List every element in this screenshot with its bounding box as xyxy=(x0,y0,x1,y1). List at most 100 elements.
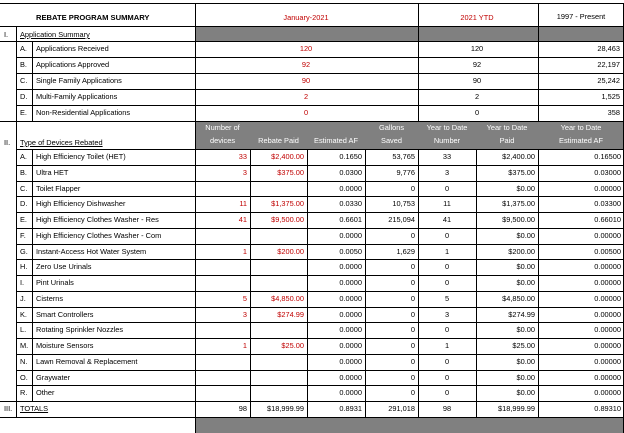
device-row-gallons: 10,753 xyxy=(392,199,415,208)
device-row-letter: G. xyxy=(20,247,28,256)
app-row-label: Applications Received xyxy=(36,44,109,53)
device-row-ytd-num: 0 xyxy=(444,231,450,240)
device-row-ytd-af: 0.00000 xyxy=(594,278,621,287)
grid-line xyxy=(16,196,624,197)
grid-line xyxy=(16,89,624,90)
grid-line xyxy=(32,149,33,401)
colhdr-ytdpaid-1: Year to Date xyxy=(486,123,528,132)
device-row-gallons: 0 xyxy=(410,278,415,287)
grid-line xyxy=(16,57,624,58)
device-row-rebate: $1,375.00 xyxy=(271,199,304,208)
device-row-ytd-af: 0.00000 xyxy=(594,357,621,366)
app-row-total: 358 xyxy=(607,108,620,117)
device-row-ytd-paid: $25.00 xyxy=(512,341,535,350)
grid-line xyxy=(16,228,624,229)
grid-line xyxy=(16,181,624,182)
app-row-total: 25,242 xyxy=(597,76,620,85)
device-row-ytd-num: 0 xyxy=(444,325,450,334)
device-row-ytd-num: 41 xyxy=(442,215,452,224)
grid-line xyxy=(16,354,624,355)
section1-title: Application Summary xyxy=(20,30,90,39)
device-row-af: 0.0000 xyxy=(339,373,362,382)
app-row-month: 92 xyxy=(301,60,311,69)
grid-line xyxy=(16,212,624,213)
device-row-count xyxy=(195,228,250,243)
device-row-label: Moisture Sensors xyxy=(36,341,94,350)
totals-af: 0.8931 xyxy=(339,404,362,413)
device-row-ytd-af: 0.00000 xyxy=(594,184,621,193)
totals-label: TOTALS xyxy=(20,404,49,413)
device-row-ytd-paid: $0.00 xyxy=(516,262,536,271)
device-row-ytd-paid: $0.00 xyxy=(516,325,536,334)
device-row-gallons: 0 xyxy=(410,310,415,319)
grid-line xyxy=(16,385,624,386)
device-row-gallons: 0 xyxy=(410,262,415,271)
device-row-letter: J. xyxy=(20,294,26,303)
device-row-af: 0.0000 xyxy=(339,278,362,287)
col-header-total: 1997 - Present xyxy=(556,12,606,21)
device-row-letter: A. xyxy=(20,152,27,161)
app-row-letter: E. xyxy=(20,108,27,117)
device-row-label: Cisterns xyxy=(36,294,64,303)
device-row-gallons: 0 xyxy=(410,373,415,382)
grid-line xyxy=(0,26,624,27)
app-row-total: 28,463 xyxy=(597,44,620,53)
device-row-ytd-num: 3 xyxy=(444,310,450,319)
device-row-af: 0.0000 xyxy=(339,357,362,366)
report-title: REBATE PROGRAM SUMMARY xyxy=(36,13,150,22)
device-row-label: Zero Use Urinals xyxy=(36,262,92,271)
device-row-letter: R. xyxy=(20,388,28,397)
device-row-gallons: 53,765 xyxy=(392,152,415,161)
device-row-ytd-paid: $2,400.00 xyxy=(502,152,535,161)
device-row-ytd-paid: $200.00 xyxy=(508,247,535,256)
device-row-ytd-num: 5 xyxy=(444,294,450,303)
device-row-ytd-paid: $0.00 xyxy=(516,231,536,240)
app-row-month: 90 xyxy=(301,76,311,85)
device-row-label: Instant-Access Hot Water System xyxy=(36,247,147,256)
colhdr-ytdnum-1: Year to Date xyxy=(426,123,468,132)
app-row-ytd: 2 xyxy=(474,92,480,101)
device-row-count xyxy=(195,259,250,274)
device-row-letter: M. xyxy=(20,341,29,350)
grid-line xyxy=(16,338,624,339)
device-row-af: 0.0000 xyxy=(339,262,362,271)
grid-line xyxy=(418,149,419,417)
device-row-gallons: 9,776 xyxy=(396,168,416,177)
device-row-letter: I. xyxy=(20,278,25,287)
totals-gallons: 291,018 xyxy=(388,404,415,413)
device-row-rebate xyxy=(250,322,307,337)
device-row-count xyxy=(195,370,250,385)
device-row-ytd-num: 1 xyxy=(444,247,450,256)
grid-line xyxy=(16,370,624,371)
grid-line xyxy=(250,149,251,417)
device-row-label: Pint Urinals xyxy=(36,278,74,287)
device-row-count xyxy=(195,275,250,290)
device-row-label: Toilet Flapper xyxy=(36,184,81,193)
device-row-ytd-af: 0.00000 xyxy=(594,373,621,382)
device-row-ytd-af: 0.00000 xyxy=(594,294,621,303)
app-row-ytd: 120 xyxy=(470,44,484,53)
device-row-count xyxy=(195,181,250,196)
grid-line xyxy=(16,73,624,74)
totals-ytd-af: 0.89310 xyxy=(594,404,621,413)
col-header-ytd: 2021 YTD xyxy=(460,13,494,22)
device-row-rebate xyxy=(250,354,307,369)
device-row-ytd-af: 0.03300 xyxy=(594,199,621,208)
colhdr-gallons-1: Gallons xyxy=(378,123,405,132)
grid-line xyxy=(0,41,624,42)
grid-line xyxy=(0,401,624,402)
device-row-label: Smart Controllers xyxy=(36,310,94,319)
device-row-rebate xyxy=(250,370,307,385)
device-row-gallons: 0 xyxy=(410,184,415,193)
app-row-ytd: 92 xyxy=(472,60,482,69)
grid-line xyxy=(16,105,624,106)
app-row-total: 1,525 xyxy=(601,92,621,101)
totals-ytd-num: 98 xyxy=(442,404,452,413)
totals-devices: 98 xyxy=(238,404,247,413)
grid-line xyxy=(16,275,624,276)
colhdr-ytdpaid-2: Paid xyxy=(499,136,515,145)
device-row-rebate: $2,400.00 xyxy=(271,152,304,161)
device-row-letter: F. xyxy=(20,231,26,240)
device-row-label: Other xyxy=(36,388,55,397)
device-row-ytd-paid: $274.99 xyxy=(508,310,535,319)
